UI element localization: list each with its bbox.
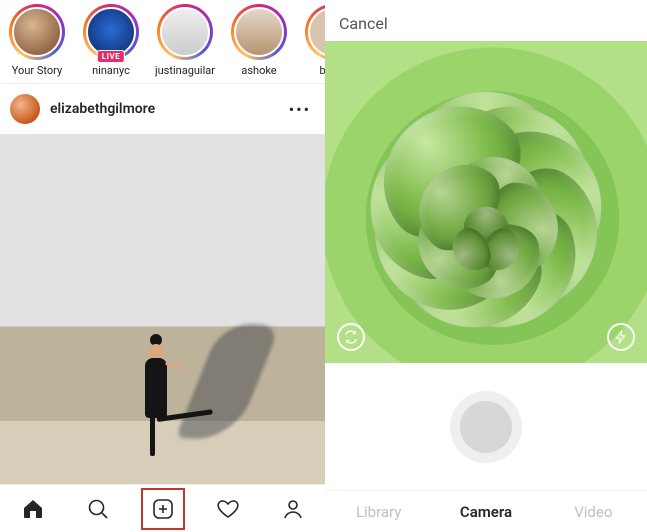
camera-viewfinder[interactable] <box>325 41 647 363</box>
more-options-icon[interactable]: ••• <box>285 100 315 119</box>
tab-camera[interactable]: Camera <box>432 491 539 532</box>
post-header: elizabethgilmore ••• <box>0 84 325 134</box>
feed-pane: Your Story LIVE ninanyc justinaguilar as… <box>0 0 325 532</box>
story-your-story[interactable]: Your Story <box>6 4 68 77</box>
activity-heart-icon[interactable] <box>207 489 249 529</box>
home-icon[interactable] <box>12 489 54 529</box>
story-label: Your Story <box>12 64 62 77</box>
profile-icon[interactable] <box>272 489 314 529</box>
camera-top-bar: Cancel <box>325 0 647 41</box>
shadow <box>176 322 281 439</box>
avatar[interactable] <box>10 94 40 124</box>
create-post-icon[interactable] <box>142 489 184 529</box>
shutter-button[interactable] <box>450 391 522 463</box>
stories-row: Your Story LIVE ninanyc justinaguilar as… <box>0 0 325 84</box>
search-icon[interactable] <box>77 489 119 529</box>
story-label: ashoke <box>241 64 276 77</box>
flash-icon[interactable] <box>607 323 635 351</box>
tab-video[interactable]: Video <box>540 491 647 532</box>
post-username[interactable]: elizabethgilmore <box>50 101 285 117</box>
figure <box>145 334 167 418</box>
story-ninanyc[interactable]: LIVE ninanyc <box>80 4 142 77</box>
story-label: justinaguilar <box>155 64 215 77</box>
bottom-nav <box>0 484 325 532</box>
story-benjir[interactable]: benjir <box>302 4 325 77</box>
switch-camera-icon[interactable] <box>337 323 365 351</box>
tab-library[interactable]: Library <box>325 491 432 532</box>
shutter-row <box>325 363 647 490</box>
camera-pane: Cancel Library Camera Video <box>325 0 647 532</box>
story-ashoke[interactable]: ashoke <box>228 4 290 77</box>
camera-mode-tabs: Library Camera Video <box>325 490 647 532</box>
cancel-button[interactable]: Cancel <box>339 14 388 33</box>
story-label: ninanyc <box>92 64 130 77</box>
story-justinaguilar[interactable]: justinaguilar <box>154 4 216 77</box>
post-image[interactable] <box>0 134 325 484</box>
live-badge: LIVE <box>97 50 125 63</box>
